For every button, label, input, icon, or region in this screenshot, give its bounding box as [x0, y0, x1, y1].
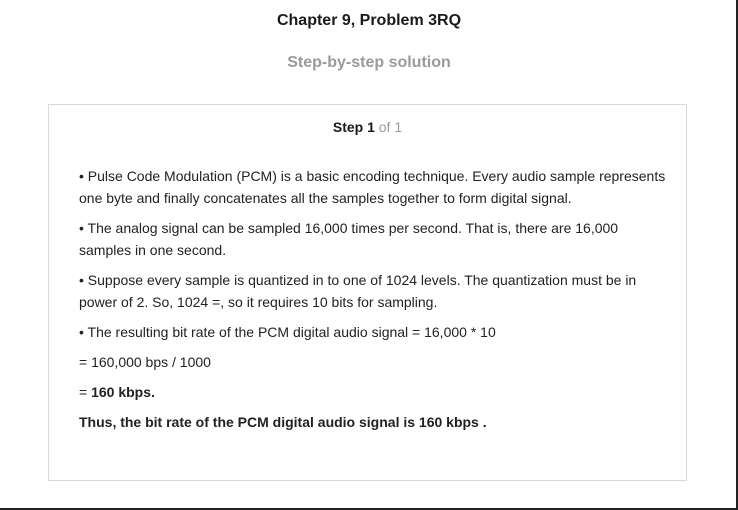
calc-line: = 160,000 bps / 1000: [79, 354, 211, 370]
conclusion: Thus, the bit rate of the PCM digital au…: [79, 414, 487, 430]
bullet-sampling-rate: • The analog signal can be sampled 16,00…: [79, 220, 619, 258]
bullet-quantization: • Suppose every sample is quantized in t…: [79, 272, 637, 310]
page-subtitle: Step-by-step solution: [287, 54, 451, 71]
bullet-pcm-definition: • Pulse Code Modulation (PCM) is a basic…: [79, 168, 666, 206]
page-title: Chapter 9, Problem 3RQ: [276, 12, 462, 29]
bullet-bit-rate: • The resulting bit rate of the PCM digi…: [79, 324, 496, 340]
step-label: Step 1: [332, 119, 375, 135]
solution-card: Step 1 of 1 • Pulse Code Modulation (PCM…: [48, 104, 687, 481]
step-count: of 1: [378, 119, 403, 135]
solution-content: • Pulse Code Modulation (PCM) is a basic…: [79, 165, 669, 447]
step-header: Step 1 of 1: [49, 119, 686, 135]
result-value: 160 kbps.: [91, 384, 155, 400]
result-line: = 160 kbps.: [79, 381, 669, 403]
result-prefix: =: [79, 384, 92, 400]
